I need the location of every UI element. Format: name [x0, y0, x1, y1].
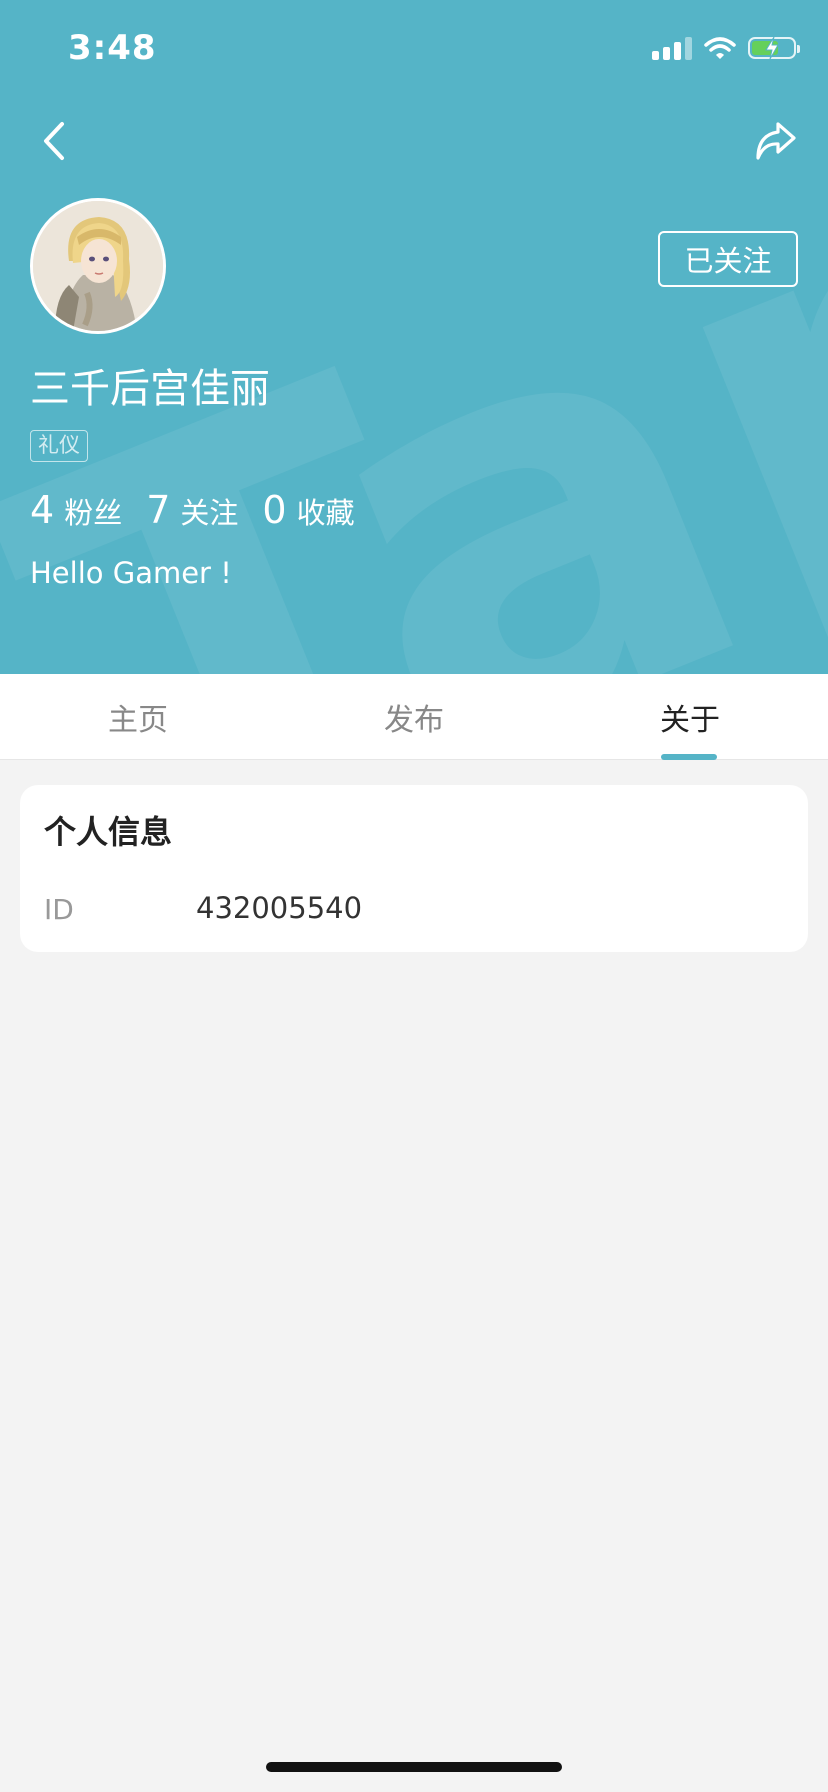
stat-count: 4: [30, 488, 55, 532]
signal-icon: [652, 36, 692, 60]
status-icons: [652, 36, 800, 60]
personal-info-card: 个人信息 ID 432005540: [20, 785, 808, 952]
wifi-icon: [704, 37, 736, 59]
avatar-image: [33, 201, 163, 331]
back-button[interactable]: [36, 116, 76, 166]
stat-count: 7: [146, 488, 171, 532]
stat-favorites[interactable]: 0 收藏: [262, 488, 354, 532]
username: 三千后宫佳丽: [30, 366, 270, 412]
stat-fans[interactable]: 4 粉丝: [30, 488, 122, 532]
share-icon: [756, 122, 796, 160]
stat-following[interactable]: 7 关注: [146, 488, 238, 532]
follow-button[interactable]: 已关注: [658, 231, 798, 287]
profile-header: apTap 3:48 已关注 三千后宫佳丽 礼仪 4 粉丝 7 关注 0 收藏 …: [0, 0, 828, 674]
battery-icon: [748, 36, 800, 60]
tab-posts[interactable]: 发布: [276, 674, 552, 760]
tab-bar: 主页 发布 关于: [0, 674, 828, 760]
active-tab-indicator: [661, 754, 717, 760]
avatar[interactable]: [30, 198, 166, 334]
stat-label: 收藏: [296, 496, 355, 530]
home-indicator: [266, 1762, 562, 1772]
stats-row: 4 粉丝 7 关注 0 收藏: [30, 488, 379, 532]
share-button[interactable]: [752, 118, 798, 164]
stat-label: 关注: [180, 496, 239, 530]
card-title: 个人信息: [44, 813, 173, 851]
id-label: ID: [44, 893, 74, 926]
id-value: 432005540: [196, 891, 363, 925]
tab-home[interactable]: 主页: [0, 674, 276, 760]
bio: Hello Gamer !: [30, 556, 232, 590]
back-arrow-icon: [44, 122, 64, 160]
stat-count: 0: [262, 488, 287, 532]
stat-label: 粉丝: [64, 496, 123, 530]
user-tag: 礼仪: [30, 430, 88, 462]
status-time: 3:48: [68, 28, 157, 68]
tab-about[interactable]: 关于: [552, 674, 828, 760]
